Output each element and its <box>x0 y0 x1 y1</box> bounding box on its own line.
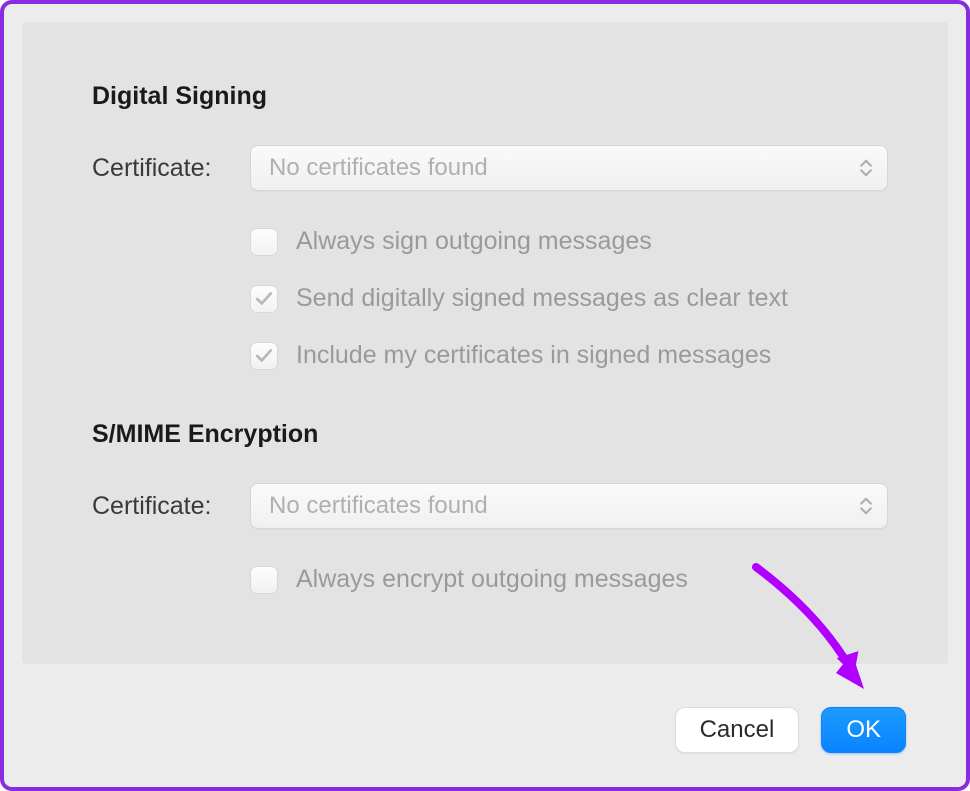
settings-panel: Digital Signing Certificate: No certific… <box>22 22 948 664</box>
signing-certificate-row: Certificate: No certificates found <box>92 145 888 191</box>
encryption-certificate-label: Certificate: <box>92 492 250 521</box>
encryption-certificate-row: Certificate: No certificates found <box>92 483 888 529</box>
encryption-certificate-value: No certificates found <box>269 492 488 520</box>
always-sign-label: Always sign outgoing messages <box>296 227 652 256</box>
checkmark-icon <box>255 290 273 308</box>
smime-encryption-heading: S/MIME Encryption <box>92 420 888 449</box>
send-clear-text-row: Send digitally signed messages as clear … <box>250 284 888 313</box>
chevron-up-down-icon <box>859 157 873 179</box>
always-encrypt-row: Always encrypt outgoing messages <box>250 565 888 594</box>
digital-signing-heading: Digital Signing <box>92 82 888 111</box>
always-encrypt-checkbox[interactable] <box>250 566 278 594</box>
always-encrypt-label: Always encrypt outgoing messages <box>296 565 688 594</box>
cancel-button[interactable]: Cancel <box>675 707 800 753</box>
include-certs-label: Include my certificates in signed messag… <box>296 341 771 370</box>
encryption-certificate-dropdown[interactable]: No certificates found <box>250 483 888 529</box>
dialog-window: Digital Signing Certificate: No certific… <box>0 0 970 791</box>
always-sign-row: Always sign outgoing messages <box>250 227 888 256</box>
signing-certificate-value: No certificates found <box>269 154 488 182</box>
ok-button[interactable]: OK <box>821 707 906 753</box>
include-certs-checkbox[interactable] <box>250 342 278 370</box>
always-sign-checkbox[interactable] <box>250 228 278 256</box>
signing-certificate-label: Certificate: <box>92 154 250 183</box>
chevron-up-down-icon <box>859 495 873 517</box>
signing-certificate-dropdown[interactable]: No certificates found <box>250 145 888 191</box>
include-certs-row: Include my certificates in signed messag… <box>250 341 888 370</box>
dialog-footer: Cancel OK <box>675 707 906 753</box>
checkmark-icon <box>255 347 273 365</box>
send-clear-text-checkbox[interactable] <box>250 285 278 313</box>
send-clear-text-label: Send digitally signed messages as clear … <box>296 284 788 313</box>
